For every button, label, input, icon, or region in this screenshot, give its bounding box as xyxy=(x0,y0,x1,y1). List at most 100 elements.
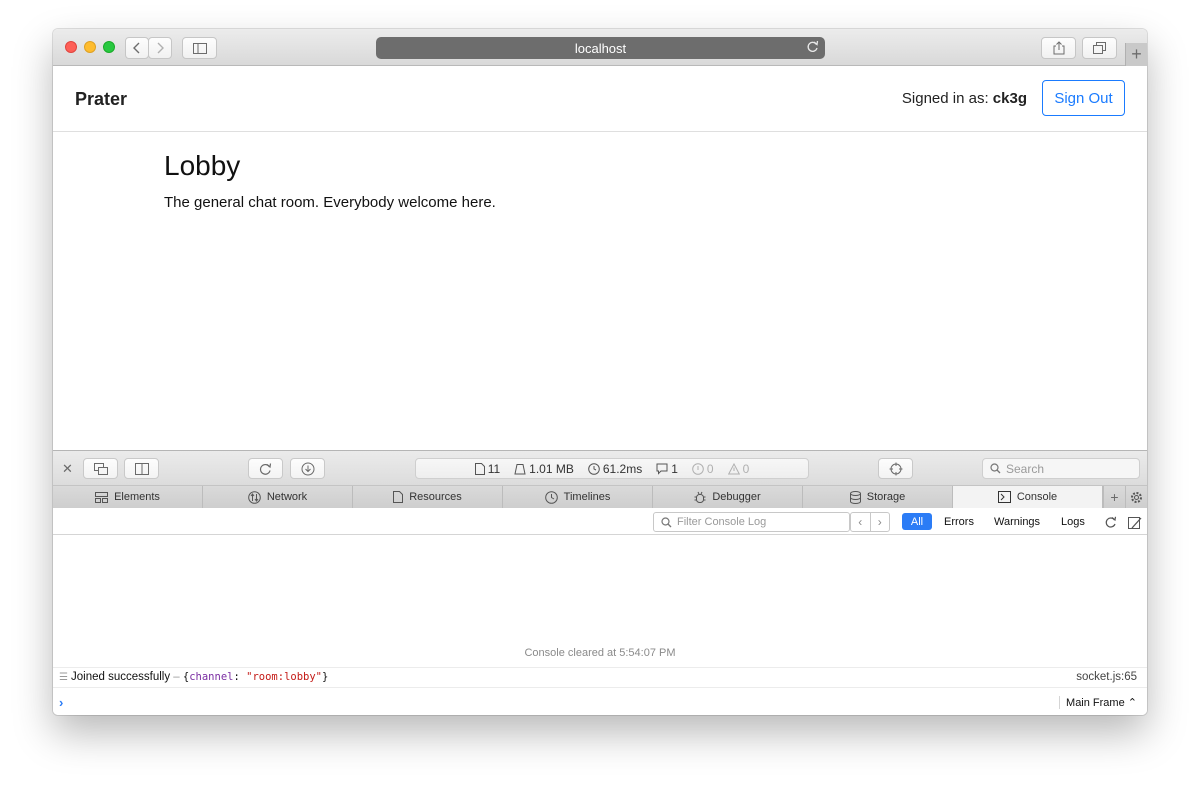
resource-size[interactable]: 1.01 MB xyxy=(514,462,574,476)
error-count[interactable]: 0 xyxy=(692,462,714,476)
add-tab-button[interactable]: + xyxy=(1103,486,1125,508)
brand-logo[interactable]: Prater xyxy=(75,89,127,110)
console-nav-buttons: ‹ › xyxy=(850,512,890,532)
inspector-settings-button[interactable] xyxy=(1125,486,1147,508)
load-time-value: 61.2ms xyxy=(602,461,643,476)
warning-count-value: 0 xyxy=(742,461,750,476)
next-match-icon[interactable]: › xyxy=(869,513,890,531)
console-filter-placeholder: Filter Console Log xyxy=(677,516,767,528)
log-separator: – xyxy=(173,671,180,683)
tab-console[interactable]: Console xyxy=(953,486,1103,508)
console-icon xyxy=(997,491,1011,503)
dock-side-button[interactable] xyxy=(124,458,159,479)
tab-resources[interactable]: Resources xyxy=(353,486,503,508)
search-icon xyxy=(990,463,1001,474)
preserve-log-icon[interactable] xyxy=(1101,513,1119,531)
chevron-right-icon xyxy=(157,42,164,54)
web-page: Prater Signed in as: ck3g Sign Out Lobby… xyxy=(53,66,1147,450)
log-text: Joined successfully xyxy=(71,671,171,683)
site-navbar: Prater Signed in as: ck3g Sign Out xyxy=(53,66,1147,132)
download-archive-button[interactable] xyxy=(290,458,325,479)
inspector-tab-bar: Elements Network Resources Timelines Deb… xyxy=(53,486,1147,508)
back-button[interactable] xyxy=(125,37,149,59)
scope-warnings[interactable]: Warnings xyxy=(988,513,1046,530)
tab-debugger-label: Debugger xyxy=(712,491,761,503)
close-window-button[interactable] xyxy=(65,41,77,53)
resource-count[interactable]: 11 xyxy=(474,461,501,476)
inspector-search-field[interactable]: Search xyxy=(982,458,1140,479)
console-prompt[interactable]: › Main Frame ⌃ xyxy=(53,689,1147,715)
message-icon xyxy=(656,463,668,475)
storage-icon xyxy=(849,490,861,504)
reload-icon xyxy=(259,462,272,475)
inspector-toolbar: ✕ 11 1.01 MB 61.2ms 1 0 0 Search xyxy=(53,451,1147,486)
reload-page-button[interactable] xyxy=(248,458,283,479)
signed-in-label: Signed in as: ck3g xyxy=(902,90,1027,107)
zoom-window-button[interactable] xyxy=(103,41,115,53)
inspector-search-placeholder: Search xyxy=(1006,461,1045,476)
previous-match-icon[interactable]: ‹ xyxy=(851,513,870,531)
reload-icon[interactable] xyxy=(806,40,819,54)
url-text: localhost xyxy=(574,40,627,56)
load-time[interactable]: 61.2ms xyxy=(588,462,642,476)
gear-icon xyxy=(1131,491,1142,503)
clock-icon xyxy=(588,462,600,475)
log-message: Joined successfully – {channel: "room:lo… xyxy=(71,671,328,683)
execution-context-select[interactable]: Main Frame ⌃ xyxy=(1059,696,1137,709)
console-cleared-message: Console cleared at 5:54:07 PM xyxy=(524,647,676,659)
room-description: The general chat room. Everybody welcome… xyxy=(164,194,496,211)
username: ck3g xyxy=(992,90,1027,107)
scope-errors[interactable]: Errors xyxy=(938,513,980,530)
new-tab-button[interactable]: + xyxy=(1125,43,1147,66)
tab-console-label: Console xyxy=(1016,491,1058,503)
show-tabs-button[interactable] xyxy=(1082,37,1117,59)
tab-storage[interactable]: Storage xyxy=(803,486,953,508)
minimize-window-button[interactable] xyxy=(84,41,96,53)
crosshair-icon xyxy=(889,462,902,475)
console-filter-input[interactable]: Filter Console Log xyxy=(653,512,850,532)
detach-icon xyxy=(93,462,108,475)
warning-icon xyxy=(727,462,740,474)
inspect-element-button[interactable] xyxy=(878,458,913,479)
elements-icon xyxy=(95,491,109,503)
forward-button[interactable] xyxy=(148,37,172,59)
activity-viewer: 11 1.01 MB 61.2ms 1 0 0 xyxy=(415,458,809,479)
download-icon xyxy=(301,462,314,475)
resource-count-value: 11 xyxy=(487,461,501,476)
object-colon: : xyxy=(233,671,240,683)
error-count-value: 0 xyxy=(706,461,714,476)
console-log-entry[interactable]: ☰ Joined successfully – {channel: "room:… xyxy=(53,667,1147,688)
tab-timelines[interactable]: Timelines xyxy=(503,486,653,508)
tab-elements[interactable]: Elements xyxy=(53,486,203,508)
plus-icon: + xyxy=(1131,44,1142,64)
prompt-chevron-icon: › xyxy=(59,695,64,710)
address-bar[interactable]: localhost xyxy=(376,37,825,59)
log-count[interactable]: 1 xyxy=(656,462,678,476)
scope-all[interactable]: All xyxy=(902,513,932,530)
sign-out-button[interactable]: Sign Out xyxy=(1042,80,1125,116)
share-button[interactable] xyxy=(1041,37,1076,59)
error-icon xyxy=(692,462,704,475)
warning-count[interactable]: 0 xyxy=(727,461,750,476)
sidebar-toggle-button[interactable] xyxy=(182,37,217,59)
tabs-icon xyxy=(1093,42,1106,54)
scope-logs[interactable]: Logs xyxy=(1055,513,1091,530)
log-object[interactable]: {channel: "room:lobby"} xyxy=(183,671,328,683)
clear-log-icon[interactable] xyxy=(1126,513,1144,531)
tab-network[interactable]: Network xyxy=(203,486,353,508)
tab-network-label: Network xyxy=(266,491,308,503)
signed-in-prefix: Signed in as: xyxy=(901,90,989,107)
detach-inspector-button[interactable] xyxy=(83,458,118,479)
tab-resources-label: Resources xyxy=(409,491,462,503)
plus-icon: + xyxy=(1110,489,1119,505)
debugger-icon xyxy=(694,491,706,503)
tab-debugger[interactable]: Debugger xyxy=(653,486,803,508)
timelines-icon xyxy=(544,490,558,504)
tab-timelines-label: Timelines xyxy=(563,491,611,503)
frame-label: Main Frame xyxy=(1066,697,1125,709)
room-title: Lobby xyxy=(164,150,241,181)
document-icon xyxy=(474,462,485,475)
console-filter-bar: Filter Console Log ‹ › All Errors Warnin… xyxy=(53,508,1147,535)
log-source-link[interactable]: socket.js:65 xyxy=(1076,671,1137,683)
close-inspector-icon[interactable]: ✕ xyxy=(62,461,73,477)
